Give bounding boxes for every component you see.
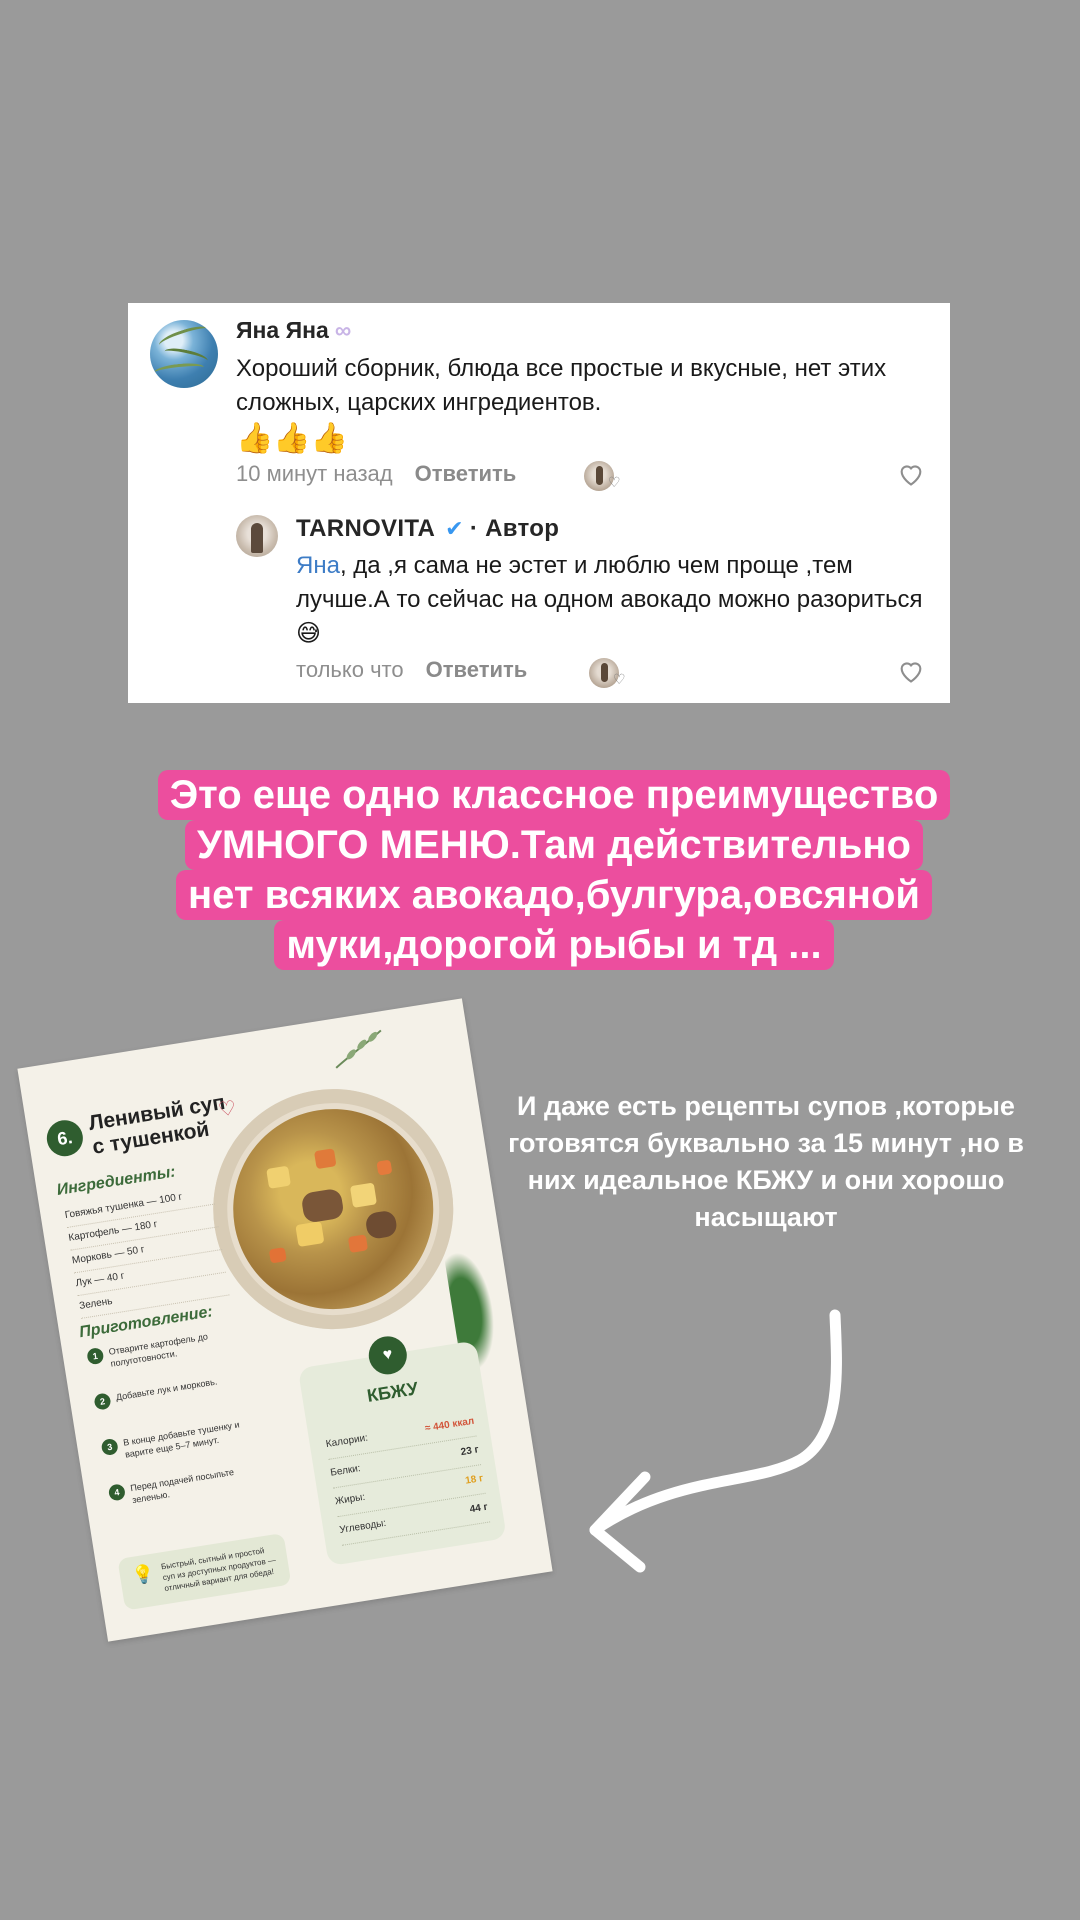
step-text: Добавьте лук и морковь. (115, 1376, 218, 1403)
caption-line: муки,дорогой рыбы и тд ... (274, 920, 834, 970)
tip-text: Быстрый, сытный и простой суп из доступн… (160, 1546, 277, 1594)
mention-link[interactable]: Яна (296, 552, 340, 579)
kbju-value: 18 г (464, 1473, 485, 1487)
kbju-label: Углеводы: (338, 1517, 387, 1536)
step-number: 1 (86, 1346, 105, 1366)
step-item: 2 Добавьте лук и морковь. (93, 1371, 246, 1422)
comment-meta: 10 минут назад Ответить (236, 461, 516, 487)
commenter-name-text[interactable]: Яна Яна (236, 317, 329, 343)
reply-reply-button[interactable]: Ответить (426, 657, 528, 682)
kbju-panel: ♥ КБЖУ Калории: ≈ 440 ккал Белки: 23 г Жир… (297, 1333, 507, 1567)
ingredients-list: Говяжья тушенка — 100 г Картофель — 180 … (63, 1181, 230, 1319)
reply-body: , да ,я сама не эстет и люблю чем проще … (296, 552, 923, 647)
commenter-name[interactable]: Яна Яна ∞ (236, 317, 351, 344)
infinity-icon: ∞ (334, 317, 352, 343)
herb-sprig-icon (335, 1029, 382, 1069)
verified-check-icon: ✔ (445, 516, 464, 541)
kbju-value: 23 г (459, 1444, 480, 1459)
step-text: В конце добавьте тушенку и варите еще 5–… (122, 1419, 241, 1460)
arrow-icon (589, 1309, 842, 1573)
author-badge: · Автор (469, 515, 560, 542)
reply-meta: только что Ответить (296, 657, 527, 683)
step-text: Отварите картофель до полуготовности. (108, 1331, 209, 1369)
reply-liked-heart-icon: ♡ (613, 671, 626, 687)
step-text: Перед подачей посыпьте зеленью. (129, 1466, 235, 1506)
comment-card: Яна Яна ∞ Хороший сборник, блюда все прос… (128, 303, 950, 703)
step-number: 3 (100, 1437, 119, 1457)
step-item: 4 Перед подачей посыпьте зеленью. (107, 1462, 261, 1513)
caption-line: нет всяких авокадо,булгура,овсяной (176, 870, 932, 920)
recipe-card-image: 6. Ленивый суп с тушенкой ♡ Ингредиенты:… (17, 998, 553, 1642)
commenter-avatar[interactable] (150, 320, 218, 388)
kbju-rows: Калории: ≈ 440 ккал Белки: 23 г Жиры: 18 г … (323, 1407, 491, 1546)
author-liked-heart-icon: ♡ (608, 474, 621, 490)
reply-like-heart-icon[interactable] (897, 658, 925, 684)
kbju-value: 44 г (469, 1501, 489, 1516)
recipe-title: Ленивый суп с тушенкой (87, 1091, 230, 1160)
caption-line: Это еще одно классное преимущество (157, 770, 951, 820)
kbju-label: Белки: (329, 1463, 362, 1479)
thumbs-up-icon: 👍👍👍 (236, 422, 349, 455)
reply-author-name[interactable]: TARNOVITA (296, 515, 435, 542)
tip-box: 💡 Быстрый, сытный и простой суп из досту… (117, 1532, 292, 1611)
reply-button[interactable]: Ответить (415, 461, 517, 486)
comment-text: Хороший сборник, блюда все простые и вку… (236, 355, 887, 416)
reply-time: только что (296, 657, 404, 682)
comment-time: 10 минут назад (236, 461, 393, 486)
story-caption: Это еще одно классное преимущество УМНОГ… (124, 770, 984, 970)
recipe-caption: И даже есть рецепты супов ,которые готов… (508, 1091, 1024, 1232)
kbju-label: Жиры: (334, 1491, 366, 1508)
reply-text: Яна, да ,я сама не эстет и люблю чем про… (296, 549, 936, 651)
recipe-number: 6. (44, 1117, 86, 1159)
lightbulb-icon: 💡 (130, 1562, 156, 1586)
step-item: 3В конце добавьте тушенку и варите еще 5… (100, 1417, 254, 1468)
step-number: 2 (93, 1392, 112, 1411)
reply-author-avatar[interactable] (236, 515, 278, 557)
reply-author: TARNOVITA ✔ · Автор (296, 515, 559, 543)
caption-line: УМНОГО МЕНЮ.Там действительно (185, 820, 923, 870)
like-heart-icon[interactable] (897, 461, 925, 487)
steps-list: 1 Отварите картофель до полуготовности. 2… (86, 1326, 263, 1531)
heart-icon: ♡ (216, 1097, 238, 1122)
step-number: 4 (107, 1483, 127, 1502)
heart-badge-icon: ♥ (366, 1333, 410, 1378)
